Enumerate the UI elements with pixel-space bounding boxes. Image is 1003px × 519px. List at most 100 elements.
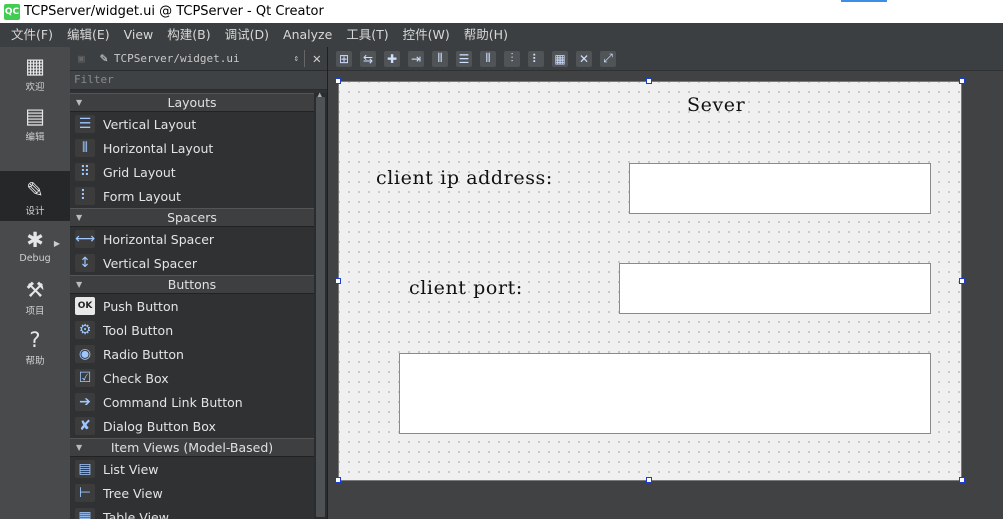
form-widget[interactable]: Sever client ip address: client port: xyxy=(338,81,962,481)
mode-label: 帮助 xyxy=(25,356,45,367)
layout-v-splitter-icon[interactable]: ⫶ xyxy=(504,50,520,67)
mode-label: 设计 xyxy=(25,206,45,217)
widget-item[interactable]: ▤ List View xyxy=(70,457,314,481)
mode-edit-document[interactable]: ▤ 编辑 xyxy=(0,97,70,147)
menu-debug[interactable]: 调试(D) xyxy=(218,23,276,47)
resize-handle-bottom-right[interactable] xyxy=(959,477,965,483)
expand-arrow-icon[interactable]: ▼ xyxy=(76,94,82,111)
vertical-spacer-icon: ↕ xyxy=(75,254,95,272)
designer-toolbar: ⊞ ⇆ ✚ ⇥ ⦀ ☰ ⫴ ⫶ ⠇ ▦ ✕ ⤢ xyxy=(328,47,1003,70)
mode-label: 项目 xyxy=(25,306,45,317)
layout-horizontal-icon[interactable]: ⦀ xyxy=(432,50,448,67)
widget-item[interactable]: ⠿ Grid Layout xyxy=(70,160,314,184)
widget-item[interactable]: ⊢ Tree View xyxy=(70,481,314,505)
layout-vertical-icon[interactable]: ☰ xyxy=(456,50,472,67)
file-switch-icon[interactable]: ⇕ xyxy=(294,54,299,64)
widget-item[interactable]: ☰ Vertical Layout xyxy=(70,112,314,136)
widget-box-header: ▣ ✎ TCPServer/widget.ui ⇕ ✕ xyxy=(70,47,327,70)
scrollbar-thumb[interactable] xyxy=(316,97,325,517)
qt-creator-logo-icon: QC xyxy=(4,3,20,20)
resize-handle-left[interactable] xyxy=(335,278,341,284)
layout-form-icon[interactable]: ⠇ xyxy=(528,50,544,67)
edit-signals-icon[interactable]: ⇆ xyxy=(360,50,376,67)
port-input[interactable] xyxy=(619,263,931,314)
widget-item[interactable]: ▦ Table View xyxy=(70,505,314,519)
widget-item-label: Check Box xyxy=(103,370,169,386)
window-titlebar: QC TCPServer/widget.ui @ TCPServer - Qt … xyxy=(0,0,1003,23)
resize-handle-top[interactable] xyxy=(646,78,652,84)
edit-tab-order-icon[interactable]: ⇥ xyxy=(408,50,424,67)
widget-item[interactable]: ⟷ Horizontal Spacer xyxy=(70,227,314,251)
widget-item-label: List View xyxy=(103,461,159,477)
widget-item[interactable]: ◉ Radio Button xyxy=(70,342,314,366)
window-title: TCPServer/widget.ui @ TCPServer - Qt Cre… xyxy=(24,4,324,19)
mode-debug-bug[interactable]: ✱ Debug ▶ xyxy=(0,221,70,271)
mode-design-pencil[interactable]: ✎ 设计 xyxy=(0,171,70,221)
header-separator xyxy=(304,50,305,67)
ip-address-input[interactable] xyxy=(629,163,931,214)
category-header[interactable]: ▼ Item Views (Model-Based) xyxy=(70,438,314,457)
menu-edit[interactable]: 编辑(E) xyxy=(60,23,117,47)
radio-button-icon: ◉ xyxy=(75,345,95,363)
edit-buddies-icon[interactable]: ✚ xyxy=(384,50,400,67)
expand-arrow-icon[interactable]: ▼ xyxy=(76,439,82,456)
break-layout-icon[interactable]: ✕ xyxy=(576,50,592,67)
widget-box-scrollbar[interactable]: ▲ xyxy=(314,91,327,519)
resize-handle-top-right[interactable] xyxy=(959,78,965,84)
widget-item[interactable]: ➔ Command Link Button xyxy=(70,390,314,414)
debug-arrow-icon[interactable]: ▶ xyxy=(54,239,60,248)
widget-item[interactable]: OK Push Button xyxy=(70,294,314,318)
category-header[interactable]: ▼ Layouts xyxy=(70,93,314,112)
mode-welcome-grid[interactable]: ▦ 欢迎 xyxy=(0,47,70,97)
ip-address-label[interactable]: client ip address: xyxy=(376,167,553,189)
table-view-icon: ▦ xyxy=(75,508,95,519)
menu-build[interactable]: 构建(B) xyxy=(160,23,217,47)
mode-projects-wrench[interactable]: ⚒ 项目 xyxy=(0,271,70,321)
form-layout-icon: ⠇ xyxy=(75,187,95,205)
menu-file[interactable]: 文件(F) xyxy=(4,23,60,47)
expand-arrow-icon[interactable]: ▼ xyxy=(76,209,82,226)
mode-help-question[interactable]: ? 帮助 xyxy=(0,321,70,371)
widget-item-label: Table View xyxy=(103,509,169,519)
menu-tools[interactable]: 工具(T) xyxy=(339,23,395,47)
menu-view[interactable]: View xyxy=(117,23,161,47)
menu-widgets[interactable]: 控件(W) xyxy=(396,23,457,47)
close-icon[interactable]: ✕ xyxy=(313,51,321,67)
title-label[interactable]: Sever xyxy=(687,94,745,116)
layout-grid-icon[interactable]: ▦ xyxy=(552,50,568,67)
menu-help[interactable]: 帮助(H) xyxy=(457,23,515,47)
grid-layout-icon: ⠿ xyxy=(75,163,95,181)
widget-item[interactable]: ↕ Vertical Spacer xyxy=(70,251,314,275)
widget-item-label: Tool Button xyxy=(103,322,174,338)
widget-item[interactable]: ☑ Check Box xyxy=(70,366,314,390)
widget-item[interactable]: ✘ Dialog Button Box xyxy=(70,414,314,438)
category-header[interactable]: ▼ Spacers xyxy=(70,208,314,227)
menu-analyze[interactable]: Analyze xyxy=(276,23,339,47)
horizontal-layout-icon: ⦀ xyxy=(75,139,95,157)
widget-item[interactable]: ⠇ Form Layout xyxy=(70,184,314,208)
widget-item[interactable]: ⦀ Horizontal Layout xyxy=(70,136,314,160)
open-file-name[interactable]: TCPServer/widget.ui xyxy=(114,52,240,65)
horizontal-spacer-icon: ⟷ xyxy=(74,230,96,248)
resize-handle-right[interactable] xyxy=(959,278,965,284)
edit-document-icon: ▤ xyxy=(25,104,45,128)
menu-bar: 文件(F) 编辑(E) View 构建(B) 调试(D) Analyze 工具(… xyxy=(0,23,1003,47)
command-link-icon: ➔ xyxy=(75,393,95,411)
resize-handle-bottom[interactable] xyxy=(646,477,652,483)
check-box-icon: ☑ xyxy=(75,369,95,387)
widget-item-label: Vertical Layout xyxy=(103,116,197,132)
welcome-grid-icon: ▦ xyxy=(25,54,45,78)
port-label[interactable]: client port: xyxy=(409,277,523,299)
category-label: Item Views (Model-Based) xyxy=(110,440,274,455)
design-pencil-icon: ✎ xyxy=(26,178,44,202)
resize-handle-top-left[interactable] xyxy=(335,78,341,84)
edit-widgets-icon[interactable]: ⊞ xyxy=(336,50,352,67)
expand-arrow-icon[interactable]: ▼ xyxy=(76,276,82,293)
widget-item[interactable]: ⚙ Tool Button xyxy=(70,318,314,342)
resize-handle-bottom-left[interactable] xyxy=(335,477,341,483)
filter-input[interactable]: Filter xyxy=(70,70,327,90)
message-text-edit[interactable] xyxy=(399,353,931,434)
layout-h-splitter-icon[interactable]: ⫴ xyxy=(480,50,496,67)
category-header[interactable]: ▼ Buttons xyxy=(70,275,314,294)
adjust-size-icon[interactable]: ⤢ xyxy=(600,50,616,67)
